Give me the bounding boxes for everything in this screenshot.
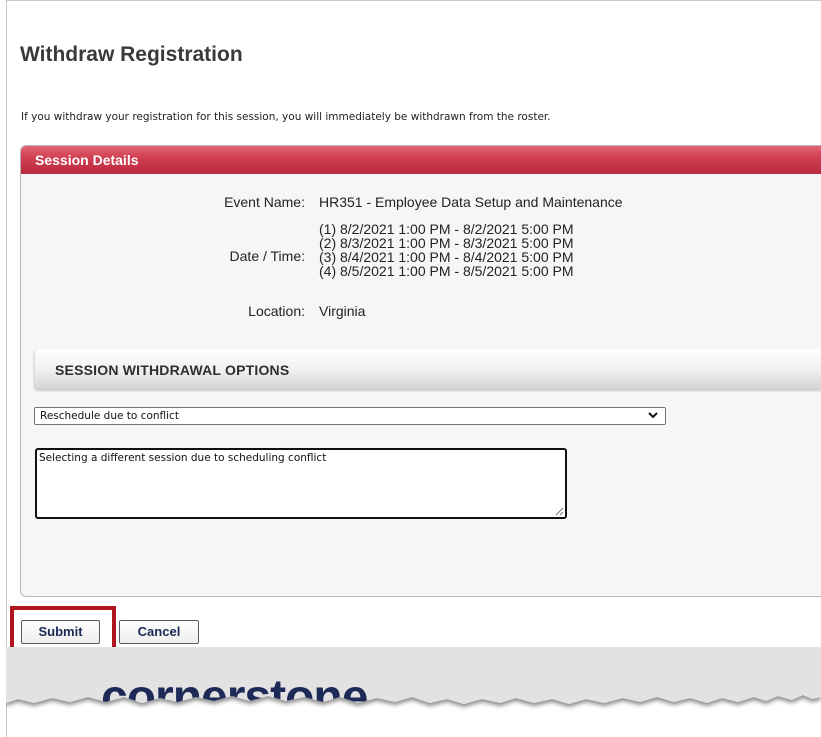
footer-banner: cornerstone bbox=[6, 647, 821, 737]
event-name-value: HR351 - Employee Data Setup and Maintena… bbox=[319, 194, 623, 210]
date-time-entry: (3) 8/4/2021 1:00 PM - 8/4/2021 5:00 PM bbox=[319, 249, 574, 265]
session-details-panel: Session Details Event Name: HR351 - Empl… bbox=[20, 145, 821, 597]
withdraw-notice: If you withdraw your registration for th… bbox=[21, 111, 551, 123]
resize-grip-icon[interactable] bbox=[555, 507, 564, 516]
withdrawal-reason-select[interactable]: Reschedule due to conflict bbox=[34, 407, 666, 425]
location-label: Location: bbox=[248, 303, 305, 319]
date-time-entry: (2) 8/3/2021 1:00 PM - 8/3/2021 5:00 PM bbox=[319, 235, 574, 251]
date-time-label: Date / Time: bbox=[229, 248, 305, 264]
footer-logo-text: cornerstone bbox=[101, 671, 368, 724]
withdrawal-options-header: SESSION WITHDRAWAL OPTIONS bbox=[34, 349, 821, 389]
date-time-entry: (1) 8/2/2021 1:00 PM - 8/2/2021 5:00 PM bbox=[319, 221, 574, 237]
torn-footer-graphic: cornerstone bbox=[6, 647, 821, 724]
session-details-header: Session Details bbox=[21, 146, 821, 174]
withdrawal-comment-textarea[interactable]: Selecting a different session due to sch… bbox=[35, 448, 567, 519]
withdrawal-options-title: SESSION WITHDRAWAL OPTIONS bbox=[55, 362, 290, 378]
cancel-button[interactable]: Cancel bbox=[119, 620, 199, 644]
withdrawal-reason-value: Reschedule due to conflict bbox=[40, 410, 179, 422]
event-name-label: Event Name: bbox=[224, 194, 305, 210]
page-title: Withdraw Registration bbox=[20, 43, 243, 66]
chevron-down-icon bbox=[648, 412, 658, 419]
date-time-entry: (4) 8/5/2021 1:00 PM - 8/5/2021 5:00 PM bbox=[319, 263, 574, 279]
withdrawal-comment-text: Selecting a different session due to sch… bbox=[39, 452, 327, 464]
location-value: Virginia bbox=[319, 303, 366, 319]
date-time-list: (1) 8/2/2021 1:00 PM - 8/2/2021 5:00 PM … bbox=[319, 222, 574, 278]
session-details-title: Session Details bbox=[35, 152, 139, 168]
